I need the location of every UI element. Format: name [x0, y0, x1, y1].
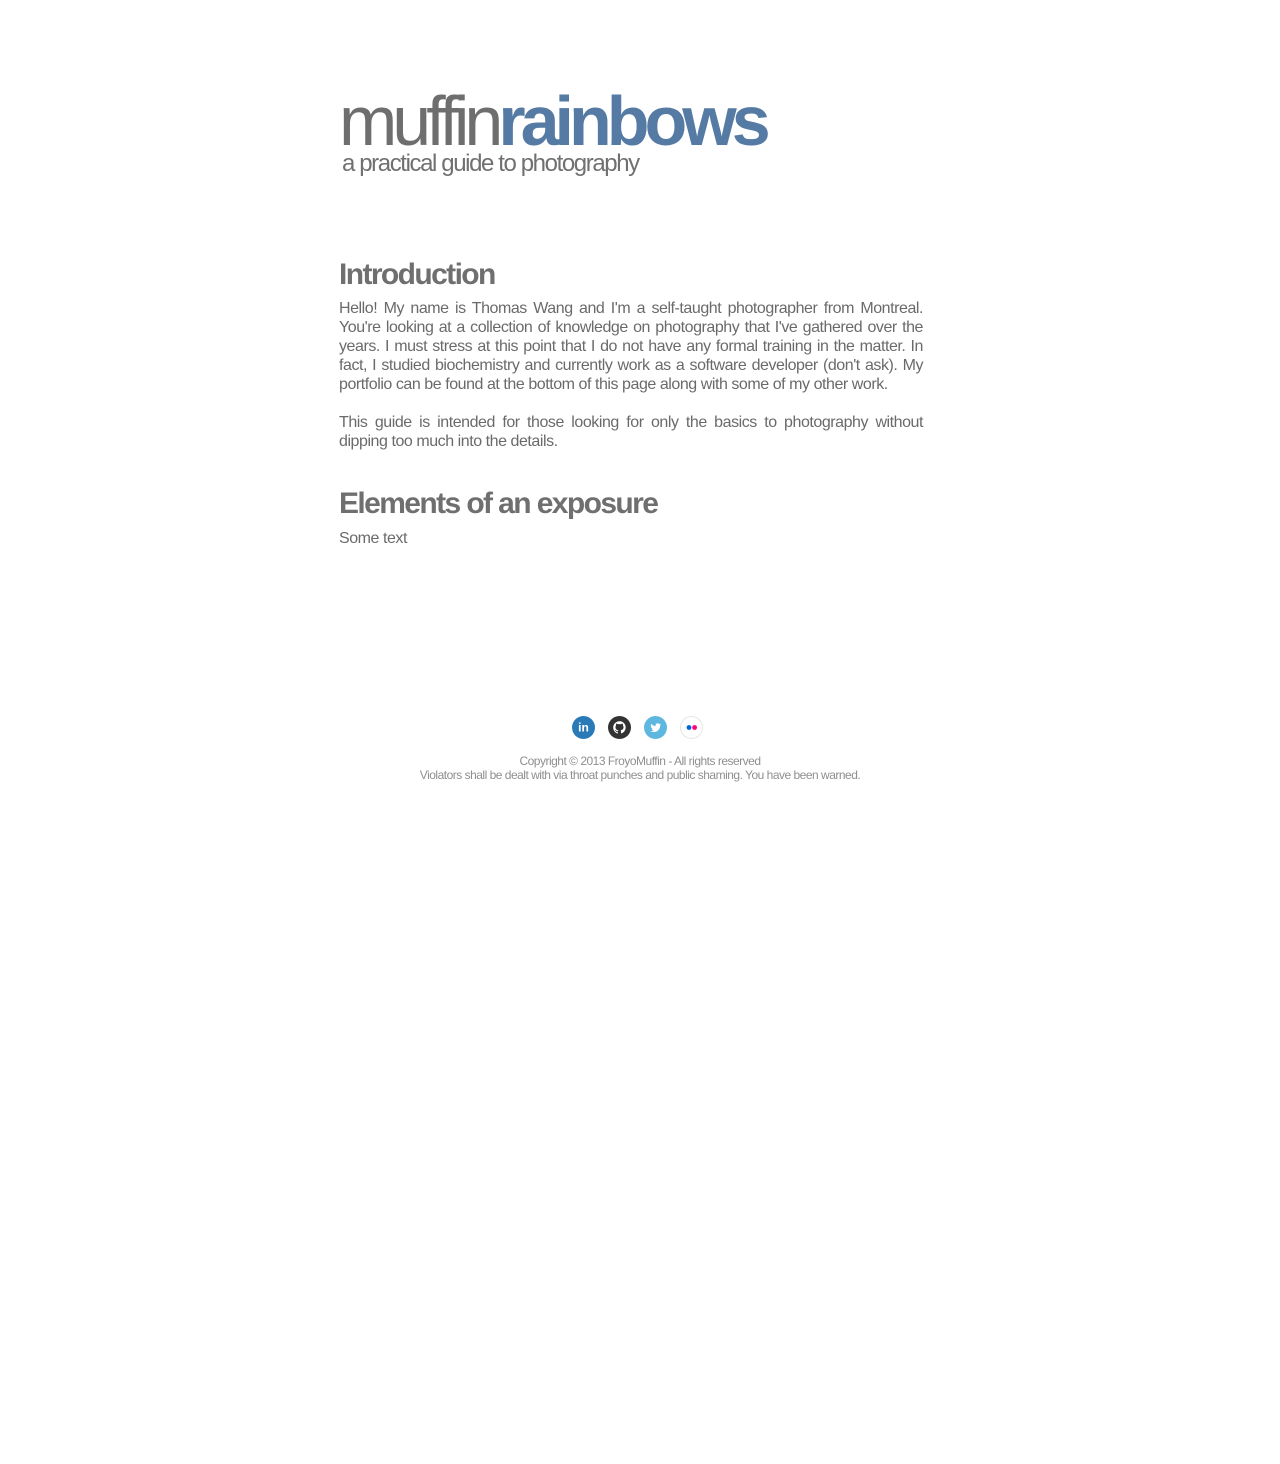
twitter-glyph [649, 723, 661, 732]
copyright-text: Copyright © 2013 FroyoMuffin - All right… [0, 754, 1280, 782]
section-title-introduction: Introduction [339, 258, 496, 291]
github-icon[interactable] [607, 716, 631, 739]
site-tagline: a practical guide to photography [342, 150, 640, 177]
introduction-paragraph-2: This guide is intended for those looking… [339, 414, 923, 450]
flickr-glyph [686, 725, 697, 730]
flickr-icon[interactable] [679, 716, 703, 739]
linkedin-label: in [578, 721, 589, 735]
exposure-paragraph-1: Some text [339, 530, 407, 547]
copyright-line-1: Copyright © 2013 FroyoMuffin - All right… [519, 754, 761, 768]
logo-rainbows-text: rainbows [498, 82, 770, 160]
section-title-elements-of-exposure: Elements of an exposure [339, 487, 659, 520]
linkedin-icon[interactable]: in [571, 716, 595, 739]
linkedin-glyph: in [578, 721, 589, 735]
logo-muffin-text: muffin [339, 82, 503, 160]
github-glyph [612, 721, 626, 734]
footer: in Copyright © 2013 FroyoMuffin - All ri… [0, 716, 1280, 782]
introduction-paragraph-1: Hello! My name is Thomas Wang and I'm a … [339, 300, 923, 393]
social-links: in [0, 716, 1280, 740]
site-logo[interactable]: muffinrainbows [339, 86, 771, 156]
copyright-line-2: Violators shall be dealt with via throat… [419, 768, 861, 782]
twitter-icon[interactable] [643, 716, 667, 739]
